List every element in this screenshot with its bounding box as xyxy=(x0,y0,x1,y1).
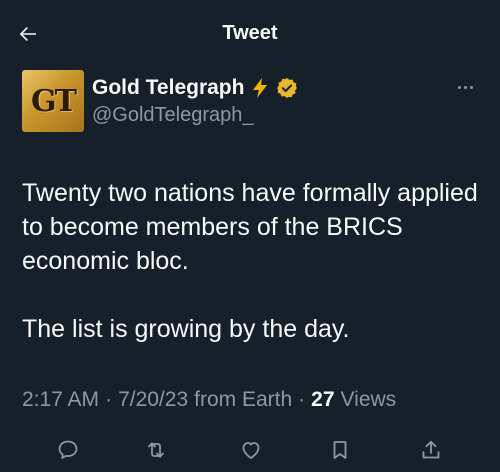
meta-separator: · xyxy=(298,388,306,411)
share-icon xyxy=(422,440,440,459)
verified-badge-gold-icon[interactable] xyxy=(276,77,298,99)
lightning-emoji-icon xyxy=(253,78,268,98)
tweet-source: from Earth xyxy=(194,388,293,411)
bookmark-button[interactable] xyxy=(322,432,358,468)
tweet-paragraph: The list is growing by the day. xyxy=(22,315,350,343)
retweet-button[interactable] xyxy=(138,432,174,468)
page-title: Tweet xyxy=(222,22,278,44)
like-button[interactable] xyxy=(233,432,269,468)
more-dot-icon xyxy=(457,85,461,89)
tweet-meta: 2:17 AM · 7/20/23 from Earth · 27 Views xyxy=(22,388,396,412)
like-icon xyxy=(242,442,260,459)
reply-button[interactable] xyxy=(50,432,86,468)
more-options-button[interactable] xyxy=(452,78,478,96)
more-dot-icon xyxy=(463,85,467,89)
author-handle[interactable]: @GoldTelegraph_ xyxy=(92,104,254,127)
header: Tweet xyxy=(0,0,500,68)
tweet-paragraph: Twenty two nations have formally applied… xyxy=(22,179,478,275)
more-dot-icon xyxy=(469,85,473,89)
tweet-time[interactable]: 2:17 AM xyxy=(22,388,99,412)
bookmark-icon xyxy=(333,441,347,459)
reply-icon xyxy=(58,440,78,459)
avatar[interactable]: GT xyxy=(22,70,84,132)
meta-separator: · xyxy=(105,388,113,411)
views-label: Views xyxy=(340,388,397,411)
avatar-logo-text: GT xyxy=(31,83,77,119)
views-count: 27 xyxy=(311,388,335,411)
tweet-page: Tweet GT Gold Telegraph @GoldTelegraph_ … xyxy=(0,0,500,472)
tweet-date[interactable]: 7/20/23 xyxy=(118,388,188,412)
action-bar xyxy=(0,432,500,468)
author-name-row: Gold Telegraph xyxy=(92,74,298,102)
retweet-icon xyxy=(148,442,164,458)
author-name[interactable]: Gold Telegraph xyxy=(92,76,244,100)
tweet-text: Twenty two nations have formally applied… xyxy=(22,176,482,346)
share-button[interactable] xyxy=(413,432,449,468)
